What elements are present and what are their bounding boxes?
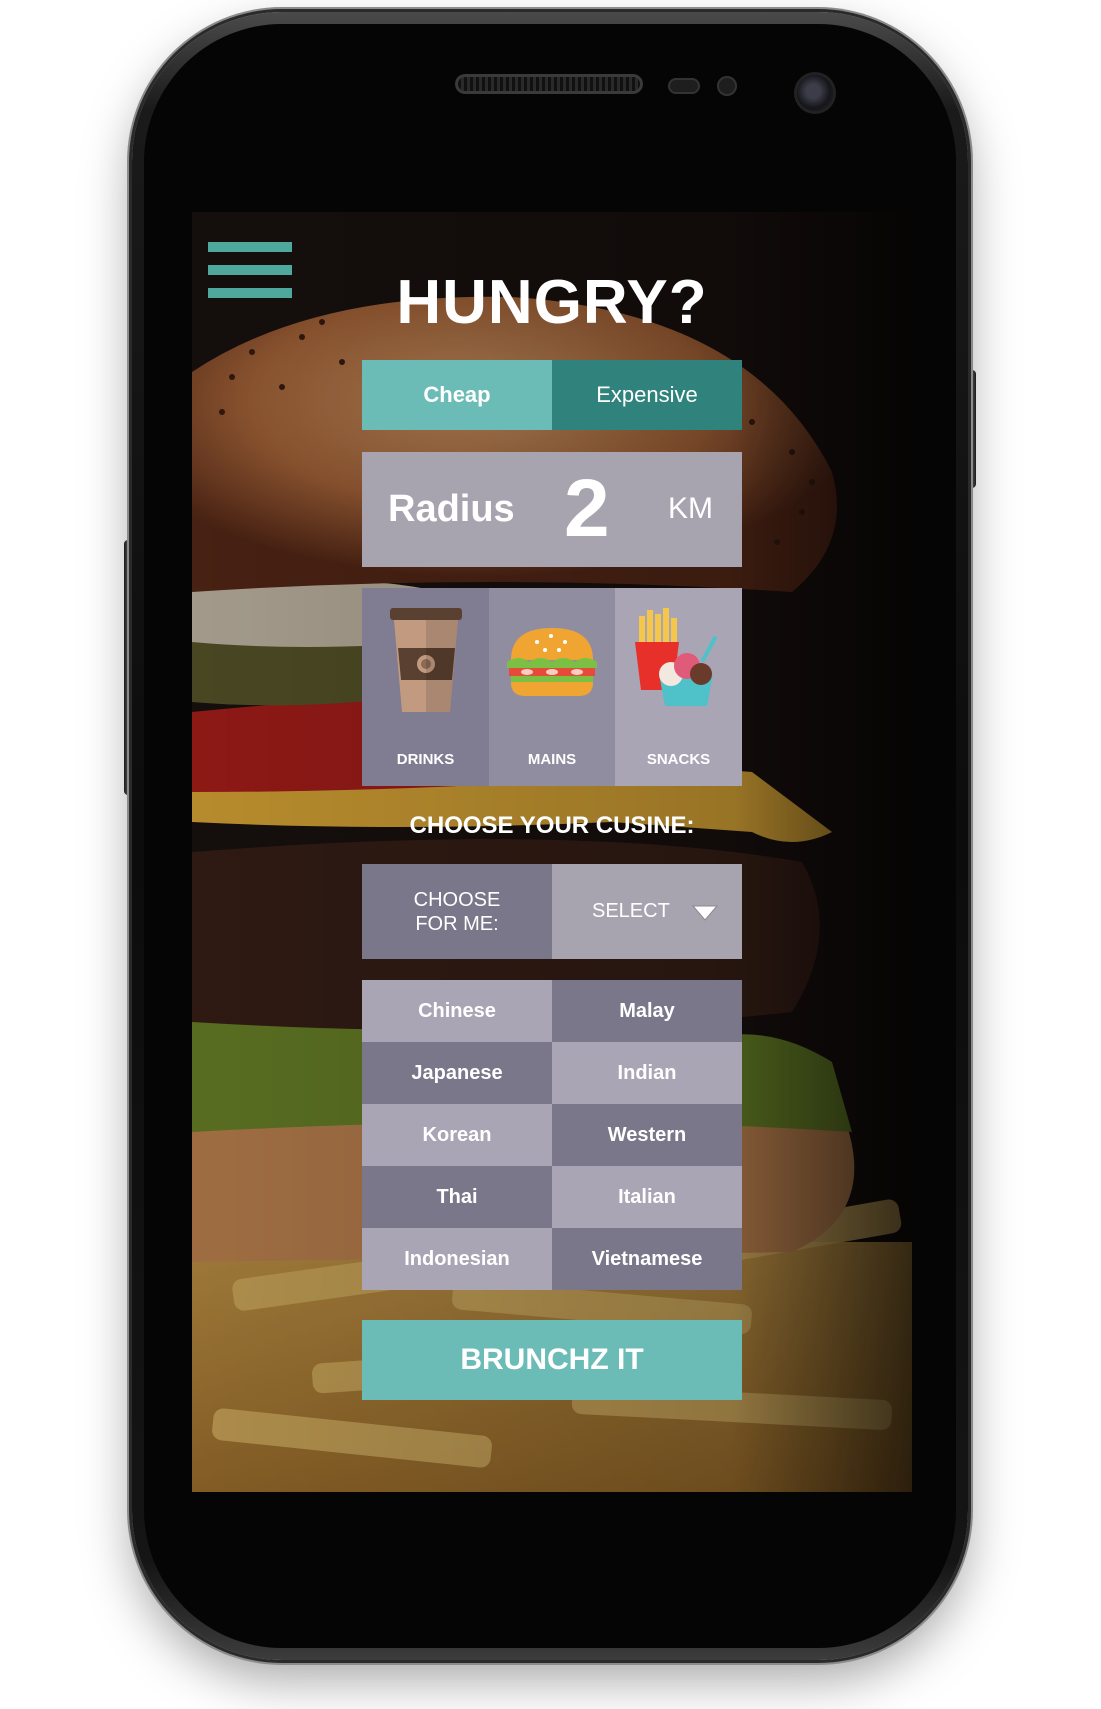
cuisine-option-indian[interactable]: Indian (552, 1042, 742, 1104)
menu-bar (208, 242, 292, 252)
choose-for-me-line2: FOR ME: (415, 912, 499, 935)
cuisine-heading: CHOOSE YOUR CUSINE: (409, 812, 695, 839)
cuisine-option-italian[interactable]: Italian (552, 1166, 742, 1228)
page-title: HUNGRY? (396, 268, 708, 337)
category-drinks[interactable]: DRINKS (362, 588, 489, 786)
earpiece-speaker (455, 74, 643, 94)
category-snacks[interactable]: SNACKS (615, 588, 742, 786)
choose-for-me-label: CHOOSE FOR ME: (414, 888, 501, 936)
fries-icecream-icon (635, 608, 717, 706)
category-label: MAINS (527, 751, 577, 768)
radius-label: Radius (388, 488, 515, 530)
cuisine-option-thai[interactable]: Thai (362, 1166, 552, 1228)
cuisine-option-korean[interactable]: Korean (362, 1104, 552, 1166)
price-toggle: Cheap Expensive (362, 360, 742, 430)
category-label: DRINKS (396, 751, 455, 768)
choose-for-me-button[interactable]: CHOOSE FOR ME: (362, 864, 552, 959)
coffee-cup-icon (390, 608, 462, 712)
category-picker: DRINKS MAINS SNACKS (362, 588, 742, 786)
cuisine-option-japanese[interactable]: Japanese (362, 1042, 552, 1104)
cuisine-option-malay[interactable]: Malay (552, 980, 742, 1042)
cuisine-select-dropdown[interactable]: SELECT (552, 864, 742, 959)
light-sensor (717, 76, 737, 96)
cuisine-option-indonesian[interactable]: Indonesian (362, 1228, 552, 1290)
radius-value[interactable]: 2 (564, 468, 610, 550)
brunchz-it-button[interactable]: BRUNCHZ IT (362, 1320, 742, 1400)
front-camera (797, 75, 833, 111)
burger-icon (507, 628, 597, 696)
cuisine-chooser: CHOOSE FOR ME: SELECT (362, 864, 742, 959)
choose-for-me-line1: CHOOSE (413, 888, 501, 911)
chevron-down-icon (691, 905, 719, 921)
cuisine-option-vietnamese[interactable]: Vietnamese (552, 1228, 742, 1290)
cuisine-options-grid: Chinese Malay Japanese Indian Korean Wes… (362, 980, 742, 1290)
radius-unit: KM (668, 492, 713, 525)
select-label: SELECT (592, 900, 670, 922)
cuisine-option-western[interactable]: Western (552, 1104, 742, 1166)
category-mains[interactable]: MAINS (489, 588, 615, 786)
proximity-sensor (668, 78, 700, 94)
cuisine-option-chinese[interactable]: Chinese (362, 980, 552, 1042)
app-screen: HUNGRY? Cheap Expensive Radius 2 KM DRIN… (192, 212, 912, 1492)
category-label: SNACKS (646, 751, 711, 768)
price-option-cheap[interactable]: Cheap (362, 360, 552, 430)
price-option-expensive[interactable]: Expensive (552, 360, 742, 430)
radius-selector[interactable]: Radius 2 KM (362, 452, 742, 567)
